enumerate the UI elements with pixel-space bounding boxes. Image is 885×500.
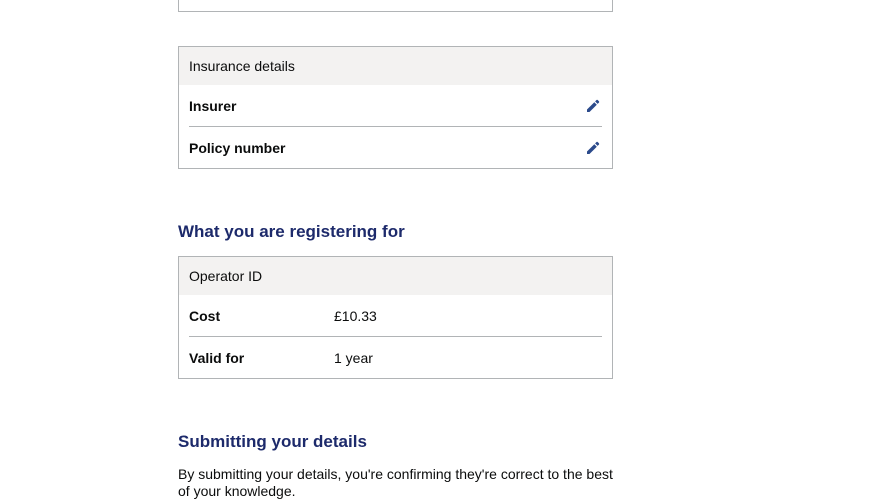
previous-summary-card xyxy=(178,0,613,12)
policy-number-row: Policy number xyxy=(189,127,602,168)
cost-row: Cost £10.33 xyxy=(189,295,602,337)
valid-for-value: 1 year xyxy=(334,349,373,366)
insurance-card-header: Insurance details xyxy=(179,47,612,85)
pencil-icon xyxy=(587,99,600,112)
valid-for-row: Valid for 1 year xyxy=(189,337,602,378)
policy-number-label: Policy number xyxy=(189,139,286,156)
valid-for-label: Valid for xyxy=(189,349,245,366)
submitting-heading: Submitting your details xyxy=(178,432,367,451)
cost-value: £10.33 xyxy=(334,307,377,324)
operator-card-header: Operator ID xyxy=(179,257,612,295)
cost-label: Cost xyxy=(189,307,221,324)
insurer-label: Insurer xyxy=(189,97,237,114)
operator-id-card: Operator ID Cost £10.33 Valid for 1 year xyxy=(178,256,613,379)
operator-card-body: Cost £10.33 Valid for 1 year xyxy=(179,295,612,378)
insurance-details-card: Insurance details Insurer Policy number xyxy=(178,46,613,169)
insurance-card-body: Insurer Policy number xyxy=(179,85,612,168)
insurer-row: Insurer xyxy=(189,85,602,127)
page: Insurance details Insurer Policy number xyxy=(0,0,885,500)
submitting-confirmation-text: By submitting your details, you're confi… xyxy=(178,466,613,499)
registering-heading: What you are registering for xyxy=(178,222,405,241)
pencil-icon xyxy=(587,141,600,154)
edit-insurer-pencil-icon[interactable] xyxy=(584,97,602,115)
edit-policy-number-pencil-icon[interactable] xyxy=(584,139,602,157)
